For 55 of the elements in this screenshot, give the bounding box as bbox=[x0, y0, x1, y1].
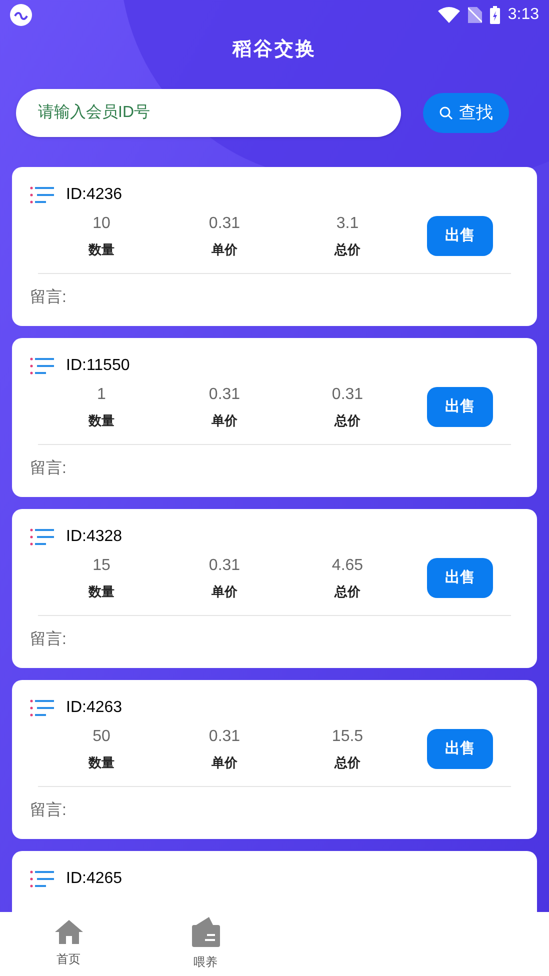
status-time: 3:13 bbox=[508, 5, 539, 25]
list-icon bbox=[30, 699, 54, 717]
battery-charging-icon bbox=[490, 6, 500, 24]
value-text: 3.1 bbox=[336, 214, 359, 234]
list-icon bbox=[30, 870, 54, 888]
nav-label[interactable]: 喂养 bbox=[194, 953, 218, 971]
field-label: 单价 bbox=[212, 241, 238, 260]
field-label: 单价 bbox=[212, 754, 238, 772]
value-text: 0.31 bbox=[208, 214, 240, 234]
wallet-icon[interactable] bbox=[190, 917, 220, 947]
search-button[interactable]: 查找 bbox=[423, 93, 509, 133]
message-label: 留言: bbox=[30, 630, 66, 650]
list-icon bbox=[30, 357, 54, 375]
wifi-icon bbox=[438, 7, 460, 23]
search-field[interactable]: 请输入会员ID号 bbox=[16, 89, 401, 137]
sell-button[interactable]: 出售 bbox=[427, 729, 493, 769]
field-label: 总价 bbox=[334, 754, 360, 772]
value-text: 1 bbox=[97, 385, 106, 406]
order-id: ID:4236 bbox=[66, 185, 122, 205]
no-sim-icon bbox=[468, 7, 482, 23]
order-id: ID:4263 bbox=[66, 698, 122, 718]
field-label: 单价 bbox=[212, 583, 238, 602]
list-icon bbox=[30, 186, 54, 204]
message-label: 留言: bbox=[30, 288, 66, 308]
field-label: 数量 bbox=[88, 412, 114, 430]
app-logo-icon bbox=[10, 4, 32, 26]
field-label: 数量 bbox=[88, 754, 114, 772]
order-id: ID:4265 bbox=[66, 869, 122, 889]
order-id: ID:4328 bbox=[66, 527, 122, 547]
list-icon bbox=[30, 528, 54, 546]
home-icon[interactable] bbox=[54, 920, 82, 944]
field-label: 数量 bbox=[88, 241, 114, 260]
message-label: 留言: bbox=[30, 458, 66, 479]
order-id: ID:11550 bbox=[66, 356, 130, 376]
value-text: 0.31 bbox=[208, 556, 240, 576]
page-title: 稻谷交换 bbox=[232, 38, 316, 62]
value-text: 4.65 bbox=[332, 556, 364, 576]
value-text: 0.31 bbox=[332, 385, 364, 406]
sell-button[interactable]: 出售 bbox=[427, 558, 493, 598]
search-icon bbox=[439, 106, 453, 120]
value-text: 0.31 bbox=[208, 727, 240, 748]
field-label: 单价 bbox=[212, 412, 238, 430]
sell-button[interactable]: 出售 bbox=[427, 216, 493, 256]
value-text: 50 bbox=[92, 727, 110, 748]
value-text: 10 bbox=[92, 214, 110, 234]
field-label: 总价 bbox=[334, 583, 360, 602]
nav-label[interactable]: 首页 bbox=[56, 950, 80, 968]
field-label: 数量 bbox=[88, 583, 114, 602]
value-text: 15 bbox=[92, 556, 110, 576]
value-text: 0.31 bbox=[208, 385, 240, 406]
message-label: 留言: bbox=[30, 800, 66, 821]
sell-button[interactable]: 出售 bbox=[427, 387, 493, 427]
field-label: 总价 bbox=[334, 412, 360, 430]
value-text: 15.5 bbox=[332, 727, 364, 748]
field-label: 总价 bbox=[334, 241, 360, 260]
